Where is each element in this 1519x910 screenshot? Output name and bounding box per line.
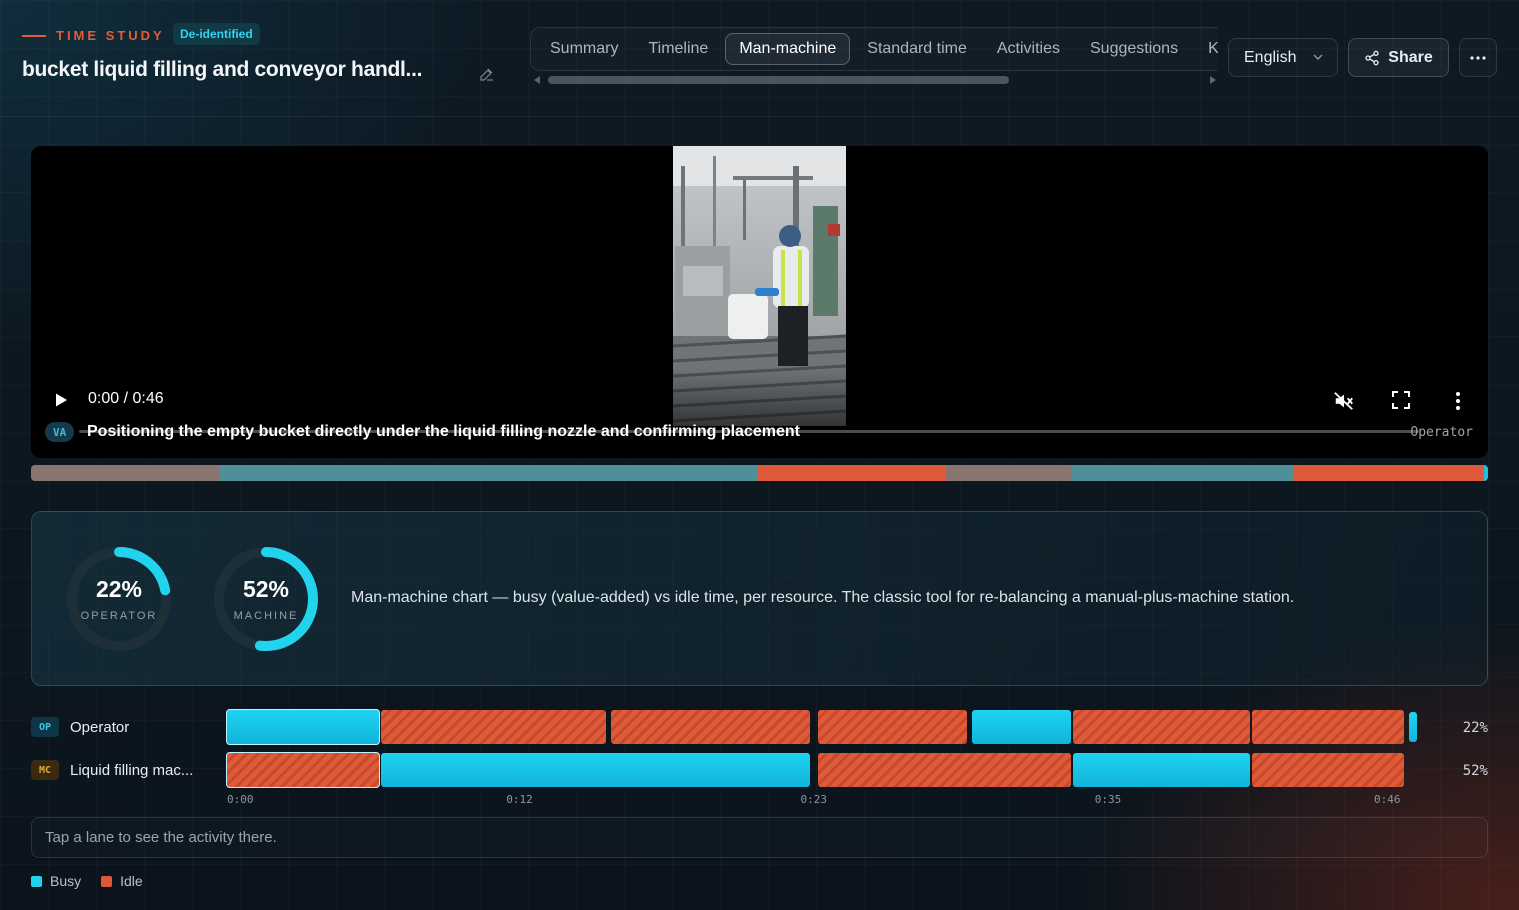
edit-pencil-icon[interactable]	[478, 65, 496, 83]
operator-donut: 22% OPERATOR	[64, 544, 174, 654]
share-button[interactable]: Share	[1348, 38, 1449, 77]
tab-timeline[interactable]: Timeline	[635, 34, 721, 64]
segment-nva[interactable]	[945, 465, 1072, 481]
operator-pct: 22%	[95, 576, 143, 602]
lane-pct-machine: 52%	[1462, 763, 1488, 779]
lane-block-busy[interactable]	[972, 710, 1071, 744]
lane-block-idle[interactable]	[610, 710, 811, 744]
scroll-right-arrow-icon[interactable]	[1210, 76, 1216, 84]
segment-va[interactable]	[218, 465, 757, 481]
legend-item-idle: Idle	[101, 873, 143, 889]
language-label: English	[1244, 48, 1297, 66]
view-tabs: Summary Timeline Man-machine Standard time A…	[530, 27, 1218, 71]
lane-pct-operator: 22%	[1462, 720, 1488, 736]
operator-caption: OPERATOR	[80, 610, 158, 622]
video-player[interactable]: 0:00 / 0:46 VA Positioning the empty buc…	[31, 146, 1488, 458]
lane-block-busy[interactable]	[381, 753, 811, 787]
eyebrow: TIME STUDY	[22, 28, 165, 43]
controls-overlay	[31, 368, 1488, 458]
legend-swatch	[101, 875, 113, 887]
lane-block-idle[interactable]	[818, 710, 968, 744]
more-options-button[interactable]	[1459, 38, 1497, 77]
tab-summary[interactable]: Summary	[537, 34, 631, 64]
chevron-down-icon	[1313, 54, 1323, 60]
lane-label-machine: MC Liquid filling mac...	[31, 760, 193, 780]
deidentified-badge: De-identified	[173, 23, 260, 45]
va-chip: VA	[45, 422, 75, 442]
axis-tick-label: 0:46	[1374, 793, 1401, 806]
machine-pct: 52%	[242, 576, 290, 602]
tab-suggestions[interactable]: Suggestions	[1077, 34, 1191, 64]
lane-block-idle[interactable]	[1252, 710, 1404, 744]
legend-label: Busy	[50, 873, 82, 889]
utilization-summary: 22% OPERATOR 52% MACHINE Man-machine cha…	[31, 511, 1488, 686]
muted-speaker-icon[interactable]	[1333, 390, 1355, 412]
lane-hint: Tap a lane to see the activity there.	[31, 817, 1488, 858]
share-label: Share	[1388, 48, 1433, 66]
language-select[interactable]: English	[1228, 38, 1338, 77]
chart-description: Man-machine chart — busy (value-added) v…	[351, 589, 1295, 606]
axis-tick-label: 0:35	[1094, 793, 1122, 806]
axis-tick-label: 0:12	[506, 793, 533, 806]
tab-k[interactable]: K	[1195, 34, 1218, 64]
lane-chip-op: OP	[31, 717, 59, 737]
lane-block-busy[interactable]	[226, 709, 380, 745]
page-title: bucket liquid filling and conveyor handl…	[22, 58, 423, 81]
legend-item-busy: Busy	[31, 873, 81, 889]
activity-segment-bar[interactable]	[31, 465, 1488, 481]
segment-idle[interactable]	[756, 465, 946, 481]
caption-role: Operator	[1410, 425, 1473, 440]
scroll-left-arrow-icon[interactable]	[534, 76, 540, 84]
tab-activities[interactable]: Activities	[984, 34, 1073, 64]
lane-operator[interactable]	[226, 709, 1417, 745]
lane-chip-mc: MC	[31, 760, 59, 780]
tab-man-machine[interactable]: Man-machine	[725, 33, 851, 65]
lane-name: Liquid filling mac...	[70, 761, 194, 779]
scrollbar-thumb[interactable]	[548, 76, 1009, 84]
axis-tick-label: 0:23	[800, 793, 828, 806]
lane-block-idle[interactable]	[381, 710, 606, 744]
legend-label: Idle	[120, 873, 143, 889]
machine-caption: MACHINE	[233, 610, 299, 622]
eyebrow-dash	[22, 34, 46, 37]
segment-nva[interactable]	[31, 465, 219, 481]
lane-machine[interactable]	[226, 752, 1404, 788]
play-icon[interactable]	[53, 392, 69, 408]
share-icon	[1365, 50, 1379, 65]
lane-label-operator: OP Operator	[31, 717, 129, 737]
lane-name: Operator	[70, 718, 130, 736]
segment-idle[interactable]	[1292, 465, 1484, 481]
fullscreen-icon[interactable]	[1392, 391, 1410, 409]
segment-va[interactable]	[1071, 465, 1293, 481]
lane-block-idle[interactable]	[226, 752, 380, 788]
axis-tick-label: 0:00	[227, 793, 254, 806]
video-more-vertical-icon[interactable]	[1454, 390, 1462, 412]
activity-caption: Positioning the empty bucket directly un…	[87, 423, 800, 440]
playback-time: 0:00 / 0:46	[88, 390, 164, 407]
eyebrow-label: TIME STUDY	[56, 28, 165, 43]
lane-block-busy[interactable]	[1409, 712, 1417, 742]
tab-standard-time[interactable]: Standard time	[854, 34, 980, 64]
lane-block-idle[interactable]	[1073, 710, 1250, 744]
lane-block-idle[interactable]	[1252, 753, 1404, 787]
lane-block-busy[interactable]	[1073, 753, 1250, 787]
legend: Busy Idle	[31, 873, 163, 889]
more-horizontal-icon	[1470, 55, 1486, 60]
legend-swatch	[31, 875, 42, 887]
machine-donut: 52% MACHINE	[211, 544, 321, 654]
segment-va[interactable]	[1483, 465, 1488, 481]
app-header: TIME STUDY De-identified bucket liquid f…	[0, 0, 1519, 117]
tabs-scrollbar[interactable]	[532, 75, 1218, 85]
lane-block-idle[interactable]	[818, 753, 1071, 787]
